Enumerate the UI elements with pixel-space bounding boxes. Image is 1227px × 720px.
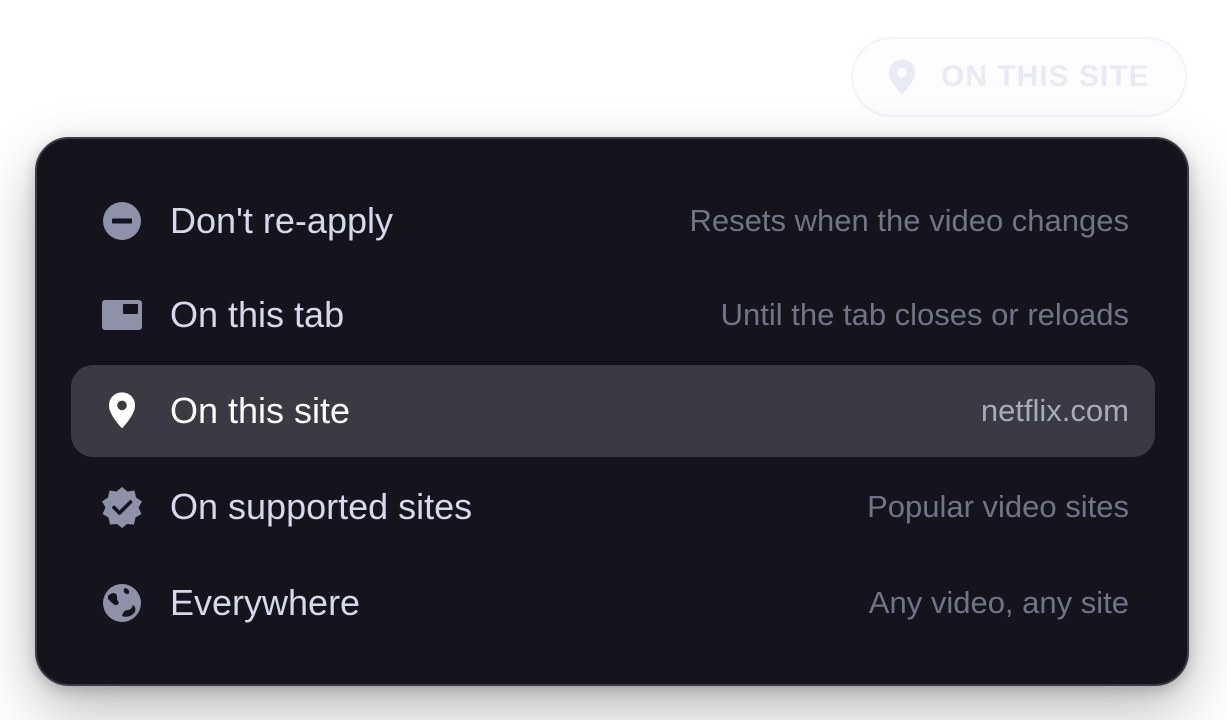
globe-icon	[100, 581, 144, 625]
minus-circle-icon	[100, 199, 144, 243]
scope-button[interactable]: ON THIS SITE	[851, 37, 1187, 117]
menu-item-description: netflix.com	[980, 393, 1129, 428]
menu-item-everywhere[interactable]: Everywhere Any video, any site	[71, 557, 1155, 649]
tab-icon	[100, 293, 144, 337]
page: ON THIS SITE Don't re-apply Resets when …	[0, 0, 1227, 720]
scope-button-label: ON THIS SITE	[941, 60, 1150, 93]
menu-item-on-supported-sites[interactable]: On supported sites Popular video sites	[71, 461, 1155, 553]
menu-item-label: Everywhere	[170, 582, 361, 623]
scope-menu: Don't re-apply Resets when the video cha…	[35, 137, 1189, 686]
menu-item-description: Any video, any site	[868, 585, 1129, 620]
menu-item-description: Popular video sites	[867, 489, 1129, 524]
menu-item-description: Until the tab closes or reloads	[720, 297, 1129, 332]
menu-item-label: Don't re-apply	[170, 200, 393, 241]
menu-item-on-this-tab[interactable]: On this tab Until the tab closes or relo…	[71, 269, 1155, 361]
location-pin-icon	[885, 58, 919, 96]
location-pin-icon	[100, 389, 144, 433]
menu-item-dont-reapply[interactable]: Don't re-apply Resets when the video cha…	[71, 175, 1155, 267]
menu-item-on-this-site[interactable]: On this site netflix.com	[71, 365, 1155, 457]
menu-item-label: On supported sites	[170, 486, 473, 527]
menu-item-label: On this site	[170, 390, 351, 431]
menu-item-description: Resets when the video changes	[689, 203, 1129, 238]
verified-badge-icon	[100, 485, 144, 529]
menu-item-label: On this tab	[170, 294, 345, 335]
